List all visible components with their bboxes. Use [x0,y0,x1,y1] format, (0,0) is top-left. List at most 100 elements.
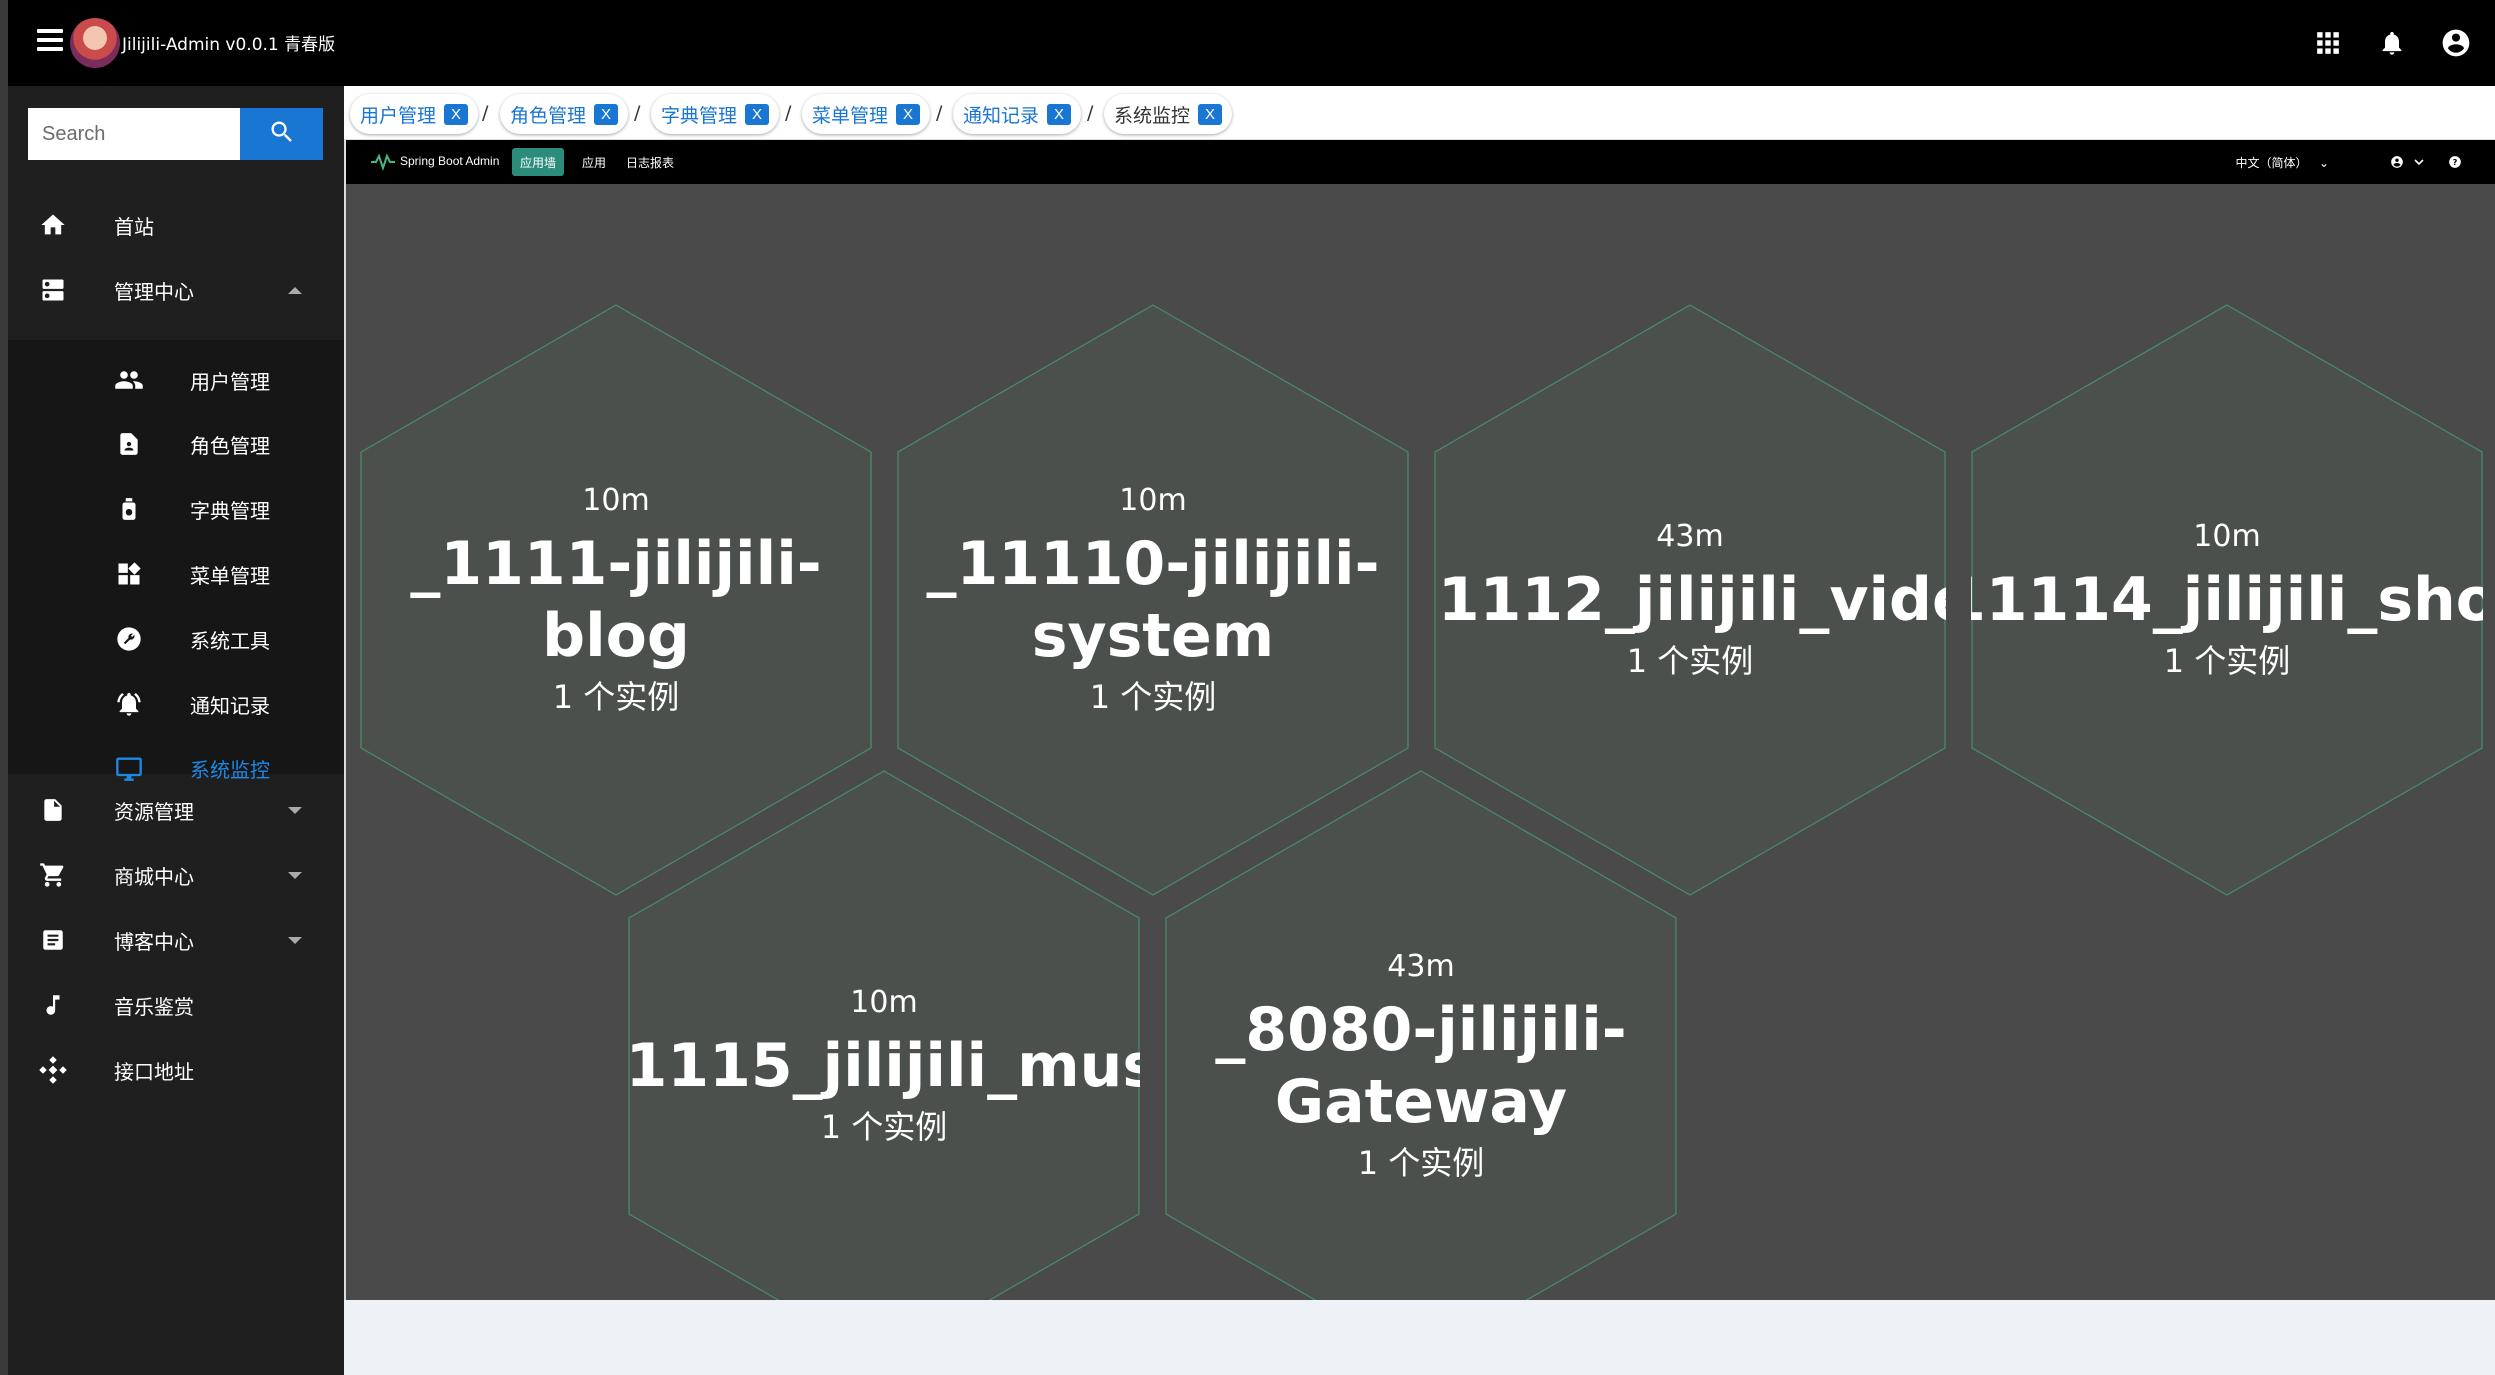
sidebar-item-label: 角色管理 [190,433,270,458]
application-hexagon[interactable]: 43m _8080-jilijili- Gateway 1 个实例 [1165,770,1677,1300]
application-wallboard: 10m _1111-jilijili- blog 1 个实例 10m _1111… [346,184,2495,1300]
sidebar-item-label: 菜单管理 [190,563,270,588]
sidebar-item-menu-management[interactable]: 菜单管理 [8,544,344,604]
app-name: _11110-jilijili- system [926,528,1380,671]
app-instance-count: 1 个实例 [1626,641,1754,680]
sidebar-item-label: 首站 [114,214,154,239]
apps-grid-icon[interactable] [2309,24,2347,62]
sidebar-item-music[interactable]: 音乐鉴赏 [8,975,344,1035]
sidebar-item-notification-records[interactable]: 通知记录 [8,674,344,734]
sidebar-item-resource-management[interactable]: 资源管理 [8,780,344,840]
tab-separator: / [936,102,943,124]
search-button[interactable] [240,108,323,160]
tab-label: 系统监控 [1114,104,1191,127]
app-instance-count: 1 个实例 [2163,641,2291,680]
app-instance-count: 1 个实例 [820,1107,948,1146]
spring-boot-admin-logo-icon [370,152,396,172]
hamburger-menu-icon[interactable] [30,24,70,62]
wrench-icon [114,624,144,654]
chevron-down-icon[interactable] [2409,152,2429,172]
sidebar-item-blog-center[interactable]: 博客中心 [8,910,344,970]
sidebar: 首站 管理中心 用户管理 角色管理 字典管理 [8,86,344,1375]
search-input[interactable] [28,108,240,160]
chevron-down-icon [288,936,302,944]
sba-title: Spring Boot Admin [400,154,500,168]
sidebar-item-label: 接口地址 [114,1059,194,1084]
sidebar-item-api-address[interactable]: 接口地址 [8,1040,344,1100]
music-note-icon [38,990,68,1020]
tab-dictionary-management[interactable]: 字典管理 X [651,94,780,134]
application-hexagon[interactable]: 10m _11114_jilijili_shop 1 个实例 [1971,304,2483,896]
user-menu-icon[interactable] [2387,152,2407,172]
tab-close-button[interactable]: X [1047,103,1072,125]
application-hexagon[interactable]: 10m _11115_jilijili_music 1 个实例 [628,770,1140,1300]
tab-menu-management[interactable]: 菜单管理 X [802,94,931,134]
sba-navbar: Spring Boot Admin 应用墙 应用 日志报表 中文（简体） ⌄ ? [346,140,2495,184]
app-name: _1111-jilijili- blog [410,528,822,671]
sidebar-item-management-center[interactable]: 管理中心 [8,260,344,320]
language-label: 中文（简体） [2235,156,2308,170]
tab-role-management[interactable]: 角色管理 X [500,94,629,134]
bell-icon[interactable] [2373,24,2411,62]
sidebar-item-dictionary-management[interactable]: 字典管理 [8,479,344,539]
sidebar-item-system-tools[interactable]: 系统工具 [8,609,344,669]
sidebar-item-mall-center[interactable]: 商城中心 [8,845,344,905]
content-footer-area [344,1300,2495,1375]
article-icon [38,925,68,955]
management-submenu: 用户管理 角色管理 字典管理 菜单管理 系统工具 通知记录 系统监控 [8,340,344,782]
language-select[interactable]: 中文（简体） ⌄ [2235,154,2329,171]
tab-separator: / [634,102,641,124]
sba-nav-wallboard[interactable]: 应用墙 [512,148,565,176]
app-name: _8080-jilijili- Gateway [1215,994,1627,1137]
tab-close-button[interactable]: X [896,103,921,125]
search-icon [268,118,296,150]
sba-nav-log-report[interactable]: 日志报表 [618,148,682,176]
sba-nav-applications[interactable]: 应用 [574,148,614,176]
people-icon [114,365,144,395]
sidebar-item-user-management[interactable]: 用户管理 [8,350,344,410]
sidebar-item-label: 管理中心 [114,279,194,304]
search-box [28,108,323,160]
app-uptime: 10m [850,984,918,1020]
app-title: Jilijili-Admin v0.0.1 青春版 [122,35,336,55]
tab-close-button[interactable]: X [1198,103,1223,125]
app-instance-count: 1 个实例 [1089,677,1217,716]
app-logo [70,18,120,68]
app-instance-count: 1 个实例 [1357,1143,1485,1182]
monitor-icon [114,753,144,783]
tab-notification-records[interactable]: 通知记录 X [953,94,1082,134]
account-circle-icon[interactable] [2437,24,2475,62]
tab-label: 菜单管理 [812,104,889,127]
sidebar-item-label: 系统监控 [190,757,270,782]
sidebar-item-label: 通知记录 [190,693,270,718]
alarm-bell-icon [114,689,144,719]
main-content: 用户管理 X / 角色管理 X / 字典管理 X / 菜单管理 X / 通知记录… [344,86,2495,1375]
tab-separator: / [785,102,792,124]
tab-user-management[interactable]: 用户管理 X [350,94,479,134]
tabs-breadcrumb: 用户管理 X / 角色管理 X / 字典管理 X / 菜单管理 X / 通知记录… [344,86,2495,140]
sidebar-item-role-management[interactable]: 角色管理 [8,414,344,474]
tab-separator: / [482,102,489,124]
tab-label: 角色管理 [510,104,587,127]
chevron-up-icon [288,286,302,294]
tab-label: 用户管理 [360,104,437,127]
dashboard-icon [114,559,144,589]
app-uptime: 43m [1656,518,1724,554]
tab-label: 字典管理 [661,104,738,127]
cart-icon [38,860,68,890]
api-icon [38,1055,68,1085]
app-bar: Jilijili-Admin v0.0.1 青春版 [8,0,2495,86]
tab-close-button[interactable]: X [444,103,469,125]
svg-text:?: ? [2453,157,2458,167]
help-icon[interactable]: ? [2445,152,2465,172]
tab-close-button[interactable]: X [745,103,770,125]
chevron-down-icon [288,871,302,879]
tab-system-monitor[interactable]: 系统监控 X [1104,94,1233,134]
tab-label: 通知记录 [963,104,1040,127]
app-name: _11114_jilijili_shop [1971,564,2483,635]
sidebar-item-home[interactable]: 首站 [8,195,344,255]
file-icon [38,795,68,825]
tab-close-button[interactable]: X [594,103,619,125]
app-name: _11112_jilijili_video [1434,564,1946,635]
badge-icon [114,429,144,459]
